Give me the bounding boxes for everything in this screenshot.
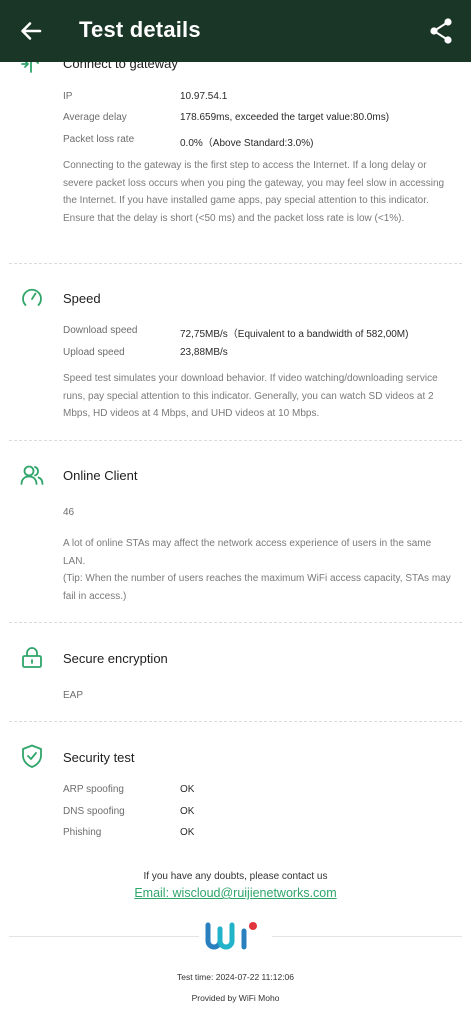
arrow-left-icon[interactable] — [18, 18, 44, 44]
speed-description: Speed test simulates your download behav… — [63, 373, 438, 419]
page-title: Test details — [79, 17, 201, 42]
encryption-value: EAP — [63, 690, 84, 701]
gateway-ip-value: 10.97.54.1 — [180, 91, 228, 102]
speedometer-icon — [22, 288, 42, 306]
online-client-count: 46 — [63, 507, 75, 518]
encryption-title: Secure encryption — [63, 651, 168, 666]
gateway-delay-label: Average delay — [63, 112, 127, 123]
download-speed-label: Download speed — [63, 325, 138, 336]
share-icon[interactable] — [428, 17, 454, 45]
security-title: Security test — [63, 750, 135, 765]
divider — [9, 263, 462, 264]
shield-check-icon — [22, 744, 42, 768]
download-speed-value: 72,75MB/s（Equivalent to a bandwidth of 5… — [180, 329, 409, 340]
gateway-loss-label: Packet loss rate — [63, 134, 135, 145]
test-time: Test time: 2024-07-22 11:12:06 — [176, 972, 295, 982]
arp-spoofing-label: ARP spoofing — [63, 784, 124, 795]
gateway-ip-label: IP — [63, 91, 73, 102]
contact-text: If you have any doubts, please contact u… — [143, 871, 328, 882]
arp-spoofing-value: OK — [180, 784, 195, 795]
test-details-content: Connect to gateway IP 10.97.54.1 Average… — [0, 0, 471, 1024]
support-email-link[interactable]: Email: wiscloud@ruijienetworks.com — [0, 886, 471, 900]
phishing-value: OK — [180, 827, 195, 838]
footer-divider-left — [9, 936, 199, 937]
lock-icon — [22, 647, 42, 668]
online-client-tip: (Tip: When the number of users reaches t… — [63, 573, 451, 602]
wifi-moho-logo — [205, 922, 257, 950]
dns-spoofing-label: DNS spoofing — [63, 806, 125, 817]
users-icon — [20, 465, 44, 485]
gateway-delay-value: 178.659ms, exceeded the target value:80.… — [180, 112, 390, 123]
online-client-description: A lot of online STAs may affect the netw… — [63, 538, 432, 567]
provided-by: Provided by WiFi Moho — [191, 993, 280, 1003]
dns-spoofing-value: OK — [180, 806, 195, 817]
gateway-loss-value: 0.0%（Above Standard:3.0%) — [180, 138, 314, 149]
divider — [9, 440, 462, 441]
online-client-title: Online Client — [63, 468, 138, 483]
footer-divider-right — [272, 936, 462, 937]
speed-title: Speed — [63, 291, 101, 306]
upload-speed-value: 23,88MB/s — [180, 347, 228, 358]
gateway-description: Connecting to the gateway is the first s… — [63, 160, 445, 224]
phishing-label: Phishing — [63, 827, 102, 838]
divider — [9, 622, 462, 623]
app-bar: Test details — [0, 0, 471, 62]
divider — [9, 721, 462, 722]
upload-speed-label: Upload speed — [63, 347, 125, 358]
